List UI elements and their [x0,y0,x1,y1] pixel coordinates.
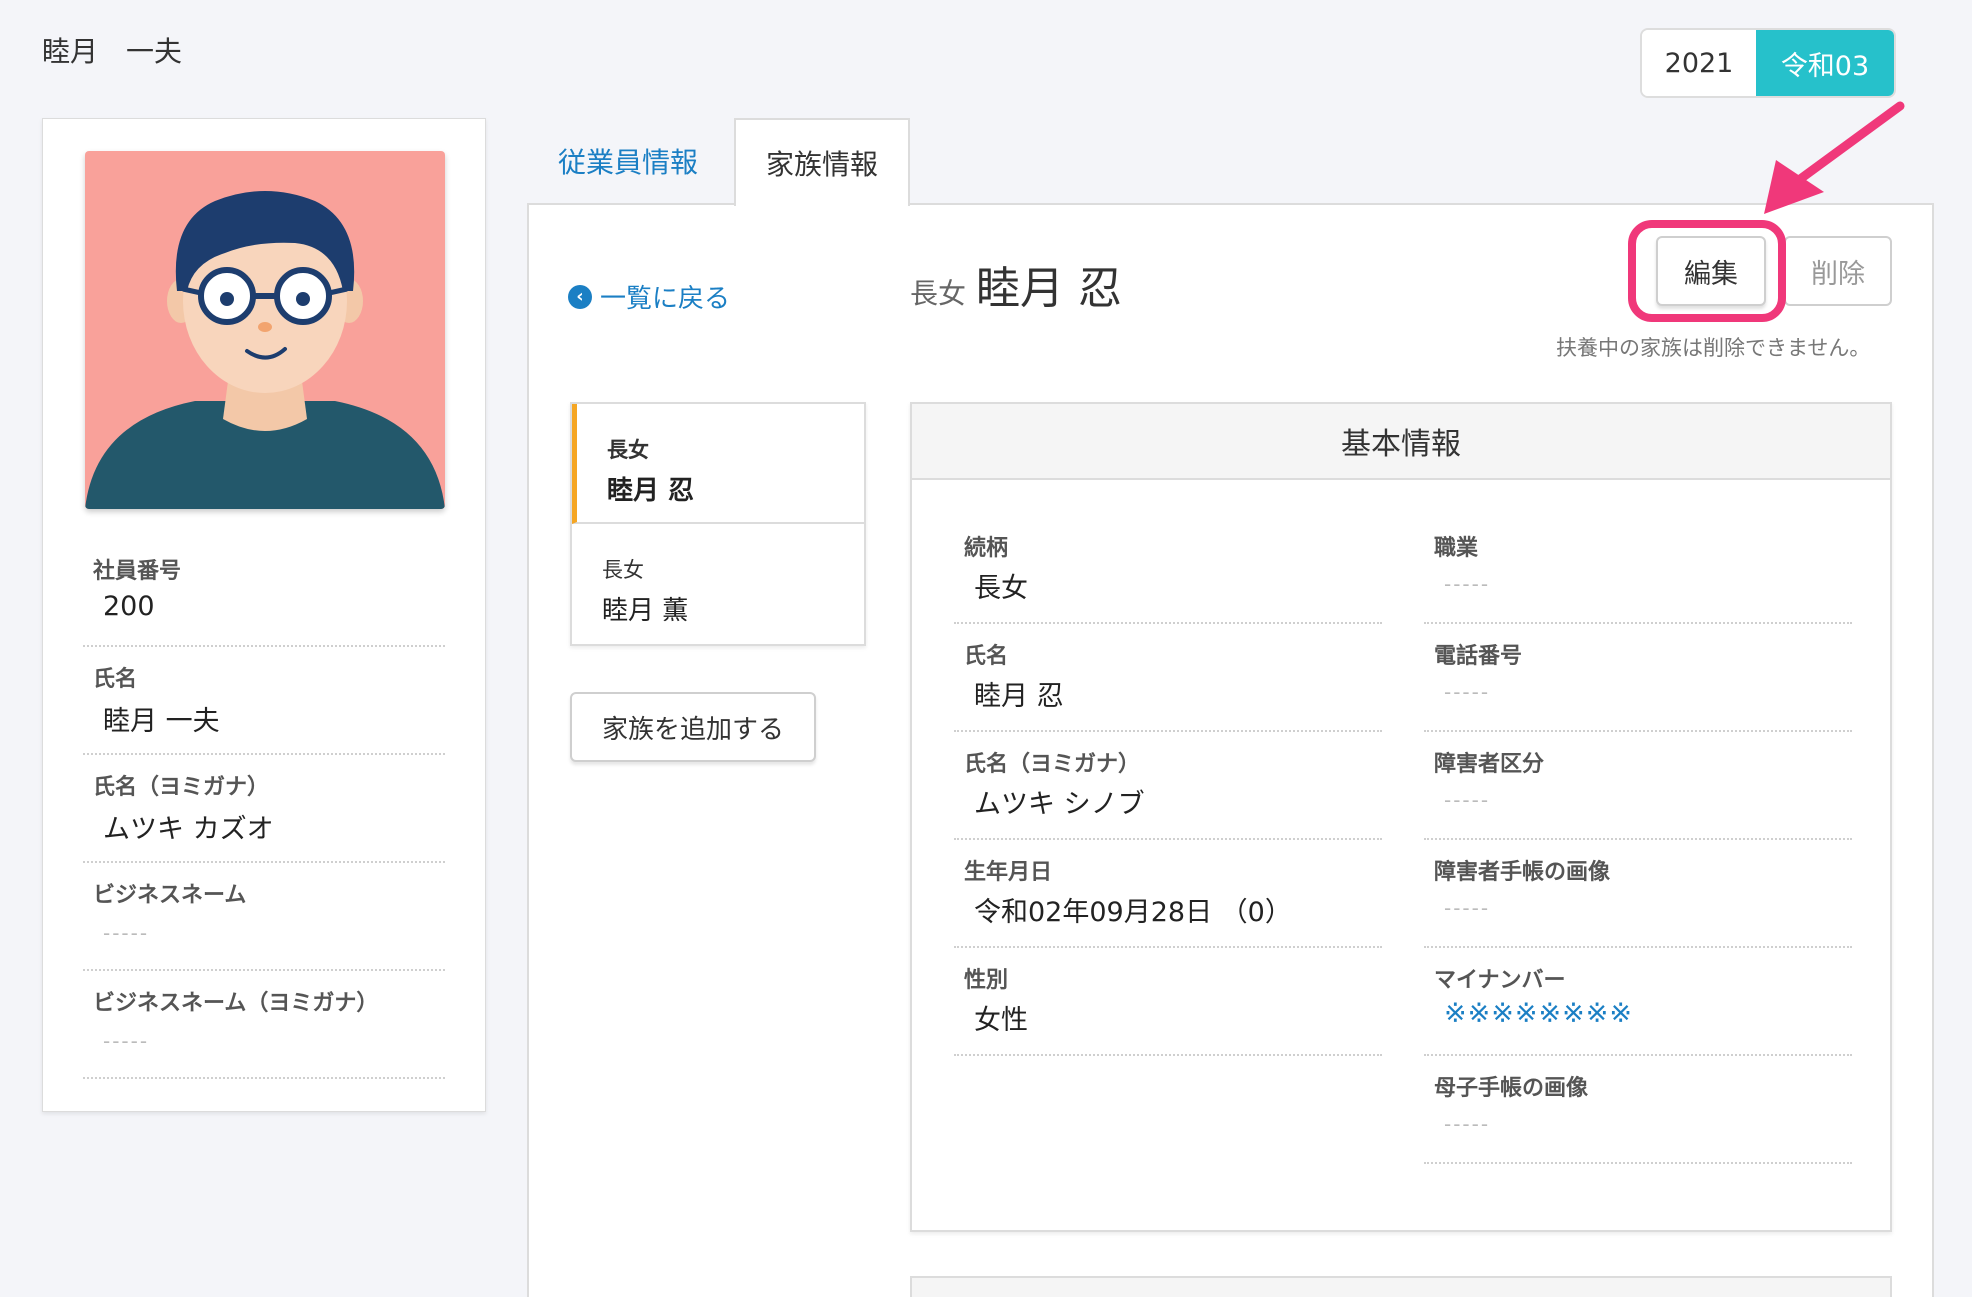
list-item-family-member[interactable]: 長女 睦月 薫 [572,524,864,644]
profile-field-name: 氏名 睦月 一夫 [83,647,445,755]
info-field-birthdate: 生年月日 令和02年09月28日 （0） [954,840,1382,948]
basic-info-card: 基本情報 続柄 長女 氏名 睦月 忍 氏名（ヨミガナ） ムツキ シノブ 生年月日… [910,402,1892,1232]
back-link-label: 一覧に戻る [600,284,731,314]
profile-field-business-name: ビジネスネーム ----- [83,863,445,971]
employee-profile-card: 社員番号 200 氏名 睦月 一夫 氏名（ヨミガナ） ムツキ カズオ ビジネスネ… [42,118,486,1112]
year-jp-option[interactable]: 令和03 [1756,30,1894,96]
employee-name-header: 睦月 一夫 [42,35,183,68]
year-toggle[interactable]: 2021 令和03 [1640,28,1896,98]
next-info-card [910,1276,1892,1297]
info-field-name-kana: 氏名（ヨミガナ） ムツキ シノブ [954,732,1382,840]
avatar [85,151,445,509]
family-member-title: 長女 睦月 忍 [910,252,1122,316]
info-field-gender: 性別 女性 [954,948,1382,1056]
delete-button[interactable]: 削除 [1784,236,1892,306]
info-field-occupation: 職業 ----- [1424,516,1852,624]
tab-employee-info[interactable]: 従業員情報 [528,118,728,204]
add-family-button[interactable]: 家族を追加する [570,692,816,762]
info-field-disability-category: 障害者区分 ----- [1424,732,1852,840]
back-to-list-link[interactable]: ‹ 一覧に戻る [568,278,730,315]
arrow-left-circle-icon: ‹ [568,284,592,309]
basic-info-title: 基本情報 [912,404,1890,480]
tab-family-info[interactable]: 家族情報 [734,118,910,206]
family-member-list: 長女 睦月 忍 長女 睦月 薫 [570,402,866,646]
member-relation: 長女 [910,277,967,310]
list-item-family-member[interactable]: 長女 睦月 忍 [572,404,864,524]
edit-button[interactable]: 編集 [1656,236,1766,306]
year-ad-option[interactable]: 2021 [1642,30,1756,96]
info-field-name: 氏名 睦月 忍 [954,624,1382,732]
info-field-my-number: マイナンバー ※※※※※※※※ [1424,948,1852,1056]
info-field-disability-card-image: 障害者手帳の画像 ----- [1424,840,1852,948]
info-field-relation: 続柄 長女 [954,516,1382,624]
info-field-maternity-handbook-image: 母子手帳の画像 ----- [1424,1056,1852,1164]
member-name: 睦月 忍 [976,263,1123,314]
info-field-phone: 電話番号 ----- [1424,624,1852,732]
profile-field-employee-number: 社員番号 200 [83,539,445,647]
pointer-arrow-icon [1764,101,1905,214]
delete-note: 扶養中の家族は削除できません。 [1556,336,1871,360]
profile-field-business-name-kana: ビジネスネーム（ヨミガナ） ----- [83,971,445,1079]
my-number-link[interactable]: ※※※※※※※※ [1444,998,1633,1029]
profile-field-name-kana: 氏名（ヨミガナ） ムツキ カズオ [83,755,445,863]
